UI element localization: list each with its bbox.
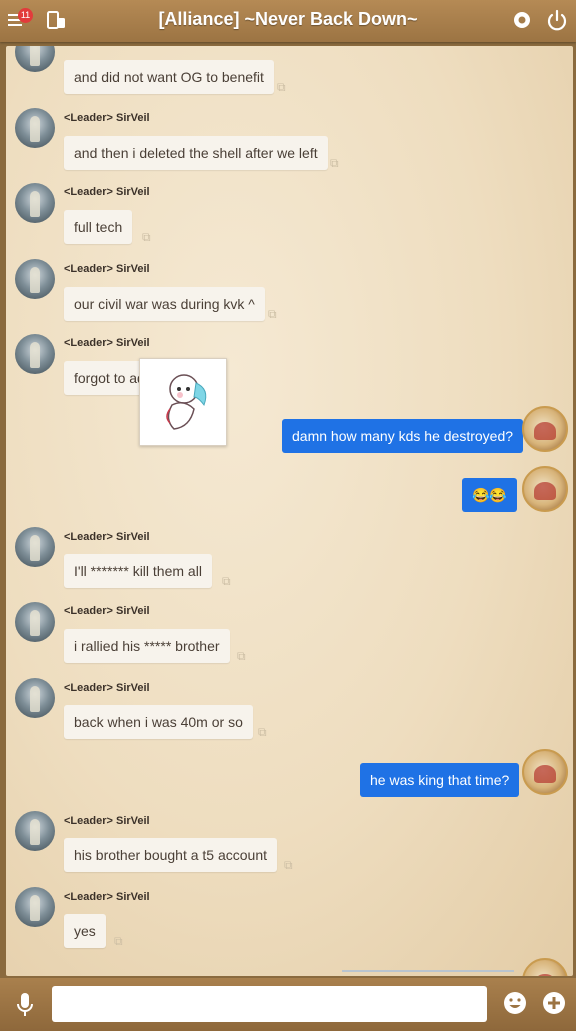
translate-icon[interactable]: ⧉ xyxy=(330,157,342,169)
emoji-icon[interactable] xyxy=(503,991,527,1015)
translate-icon[interactable]: ⧉ xyxy=(237,650,249,662)
message-bubble[interactable]: i rallied his ***** brother xyxy=(64,629,230,663)
avatar[interactable] xyxy=(15,334,55,374)
message-input[interactable] xyxy=(52,986,487,1022)
sticker-image[interactable] xyxy=(139,358,227,446)
translate-icon[interactable]: ⧉ xyxy=(277,81,289,93)
my-avatar[interactable] xyxy=(522,466,568,512)
chat-panel[interactable]: and did not want OG to benefit ⧉ <Leader… xyxy=(6,46,573,976)
avatar[interactable] xyxy=(15,259,55,299)
message-bubble[interactable]: I'll ******* kill them all xyxy=(64,554,212,588)
sender-name: <Leader> SirVeil xyxy=(64,337,150,349)
sender-name: <Leader> SirVeil xyxy=(64,112,150,124)
my-avatar[interactable] xyxy=(522,958,568,976)
sender-name: <Leader> SirVeil xyxy=(64,605,150,617)
microphone-icon[interactable] xyxy=(15,992,35,1018)
avatar[interactable] xyxy=(15,811,55,851)
translate-icon[interactable]: ⧉ xyxy=(114,935,126,947)
translate-icon[interactable]: ⧉ xyxy=(268,308,280,320)
translate-icon[interactable]: ⧉ xyxy=(284,859,296,871)
message-bubble[interactable]: our civil war was during kvk ^ xyxy=(64,287,265,321)
message-bubble[interactable]: and then i deleted the shell after we le… xyxy=(64,136,328,170)
sender-name: <Leader> SirVeil xyxy=(64,186,150,198)
my-message-bubble[interactable]: damn how many kds he destroyed? xyxy=(282,419,524,453)
message-bubble[interactable]: and did not want OG to benefit xyxy=(64,60,274,94)
top-bar: 11 [Alliance] ~Never Back Down~ xyxy=(0,0,576,42)
my-avatar[interactable] xyxy=(522,406,568,452)
avatar[interactable] xyxy=(15,678,55,718)
my-avatar[interactable] xyxy=(522,749,568,795)
translate-icon[interactable]: ⧉ xyxy=(142,231,154,243)
avatar[interactable] xyxy=(15,602,55,642)
composer-bar xyxy=(0,978,576,1031)
my-message-bubble[interactable]: 😂😂 xyxy=(462,478,517,512)
message-bubble[interactable]: his brother bought a t5 account xyxy=(64,838,278,872)
settings-icon[interactable] xyxy=(512,10,532,30)
sender-name: <Leader> SirVeil xyxy=(64,891,150,903)
add-icon[interactable] xyxy=(542,991,566,1015)
scroll-indicator[interactable] xyxy=(342,970,514,972)
message-bubble[interactable]: full tech xyxy=(64,210,133,244)
sender-name: <Leader> SirVeil xyxy=(64,531,150,543)
sender-name: <Leader> SirVeil xyxy=(64,263,150,275)
avatar[interactable] xyxy=(15,183,55,223)
sender-name: <Leader> SirVeil xyxy=(64,815,150,827)
avatar[interactable] xyxy=(15,527,55,567)
avatar[interactable] xyxy=(15,46,55,72)
my-message-bubble[interactable]: he was king that time? xyxy=(360,763,520,797)
avatar[interactable] xyxy=(15,887,55,927)
chat-title: [Alliance] ~Never Back Down~ xyxy=(158,9,418,29)
sender-name: <Leader> SirVeil xyxy=(64,682,150,694)
translate-icon[interactable]: ⧉ xyxy=(222,575,234,587)
power-icon[interactable] xyxy=(546,9,568,31)
message-bubble[interactable]: back when i was 40m or so xyxy=(64,705,253,739)
message-bubble[interactable]: yes xyxy=(64,914,106,948)
translate-icon[interactable]: ⧉ xyxy=(258,726,270,738)
avatar[interactable] xyxy=(15,108,55,148)
